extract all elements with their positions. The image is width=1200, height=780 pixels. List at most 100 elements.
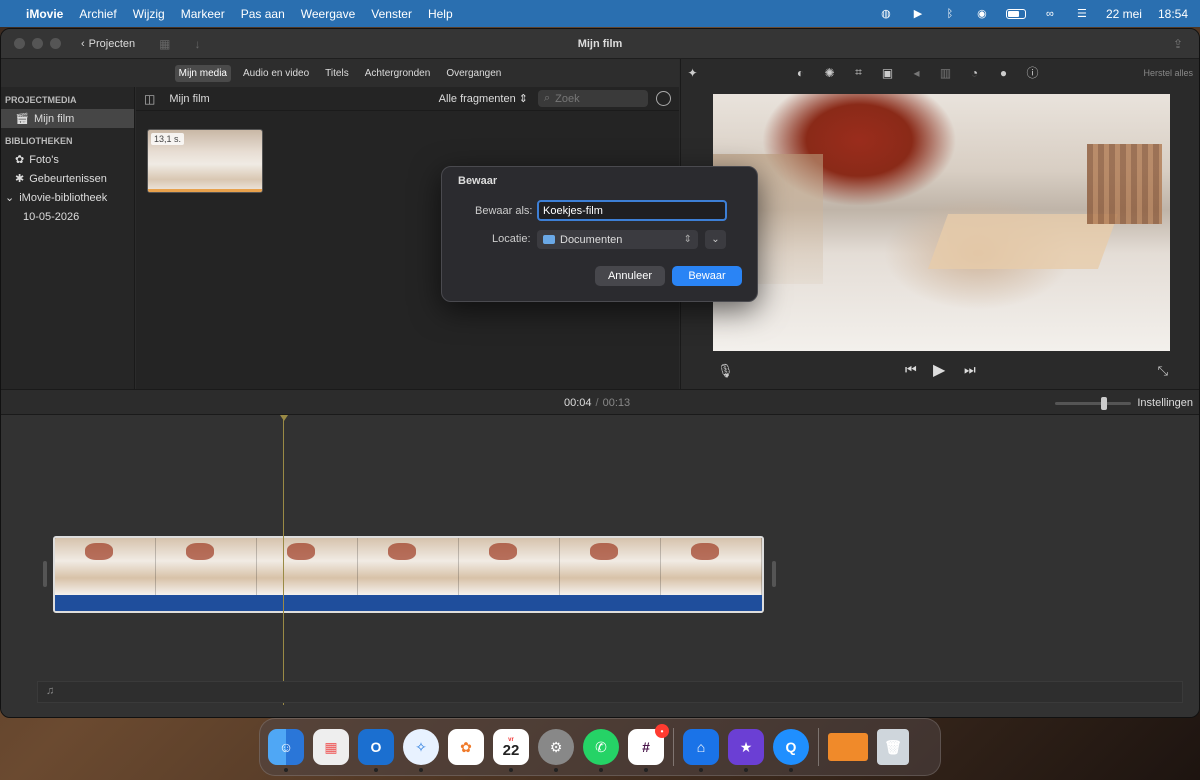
video-preview[interactable] xyxy=(713,94,1170,351)
sidebar-item-photos[interactable]: ✿ Foto's xyxy=(1,150,134,169)
fullscreen-icon[interactable]: ⤡ xyxy=(1158,363,1168,379)
play-icon[interactable]: ▶ xyxy=(933,360,945,380)
skip-forward-icon[interactable]: ⏭︎ xyxy=(964,362,976,378)
cancel-button[interactable]: Annuleer xyxy=(595,266,665,286)
zoom-slider-knob[interactable] xyxy=(1101,397,1107,410)
clip-right-handle[interactable] xyxy=(772,561,776,587)
music-note-icon: ♫ xyxy=(46,685,55,697)
airdrop-icon[interactable]: ◉ xyxy=(974,7,990,21)
keynote-icon[interactable]: ⌂ xyxy=(683,729,719,772)
volume-icon[interactable]: ◂ xyxy=(909,65,924,80)
tab-mijn-media[interactable]: Mijn media xyxy=(174,64,231,82)
libraries-header: BIBLIOTHEKEN xyxy=(5,136,73,146)
minimize-window-button[interactable] xyxy=(32,38,43,49)
clip-left-handle[interactable] xyxy=(43,561,47,587)
quicktime-icon[interactable]: Q xyxy=(773,729,809,772)
search-input[interactable]: ⌕ Zoek xyxy=(538,90,648,107)
reset-all-button[interactable]: Herstel alles xyxy=(1143,68,1193,78)
magic-wand-icon[interactable]: ✦ xyxy=(685,65,700,80)
info-icon[interactable]: ⓘ xyxy=(1025,65,1040,80)
color-correction-icon[interactable]: ✺ xyxy=(822,65,837,80)
menu-weergave[interactable]: Weergave xyxy=(301,7,355,21)
timeline-settings-button[interactable]: Instellingen xyxy=(1137,397,1193,409)
menu-help[interactable]: Help xyxy=(428,7,453,21)
sidebar-item-label: Gebeurtenissen xyxy=(29,172,107,185)
menubar-date[interactable]: 22 mei xyxy=(1106,7,1142,21)
control-center-icon[interactable]: ☰ xyxy=(1074,7,1090,21)
color-balance-icon[interactable]: ◐ xyxy=(793,65,808,80)
share-icon[interactable]: ⇪ xyxy=(1173,37,1183,51)
gear-icon[interactable] xyxy=(656,91,671,106)
speed-icon[interactable]: ◔ xyxy=(967,65,982,80)
clip-audio-track[interactable] xyxy=(55,595,762,611)
film-frame xyxy=(55,538,156,595)
filename-input[interactable] xyxy=(537,200,727,221)
menubar-time[interactable]: 18:54 xyxy=(1158,7,1188,21)
system-settings-icon[interactable]: ⚙ xyxy=(538,729,574,772)
timeline[interactable]: ♫ xyxy=(1,415,1199,717)
clip-used-bar xyxy=(148,189,262,192)
menu-app-name[interactable]: iMovie xyxy=(26,7,63,21)
location-select[interactable]: Documenten ⇕ xyxy=(537,230,698,249)
skip-back-icon[interactable]: ⏮︎ xyxy=(905,362,917,378)
sidebar-item-event-date[interactable]: 10-05-2026 xyxy=(1,207,134,226)
equalizer-icon[interactable]: ▥ xyxy=(938,65,953,80)
tab-overgangen[interactable]: Overgangen xyxy=(442,65,505,82)
battery-icon[interactable] xyxy=(1005,8,1026,19)
microphone-icon[interactable]: 🎙︎ xyxy=(717,363,734,379)
filter-icon[interactable]: ● xyxy=(996,65,1011,80)
sidebar-toggle-icon[interactable]: ◫ xyxy=(144,92,155,106)
sidebar-item-mijn-film[interactable]: 🎬︎ Mijn film xyxy=(1,109,134,128)
trash-icon[interactable]: 🗑︎ xyxy=(877,729,909,765)
timeline-zoom-slider[interactable] xyxy=(1055,397,1131,410)
stabilization-icon[interactable]: ▣ xyxy=(880,65,895,80)
tab-achtergronden[interactable]: Achtergronden xyxy=(361,65,435,82)
media-import-icon[interactable]: ▦ xyxy=(159,37,170,51)
calendar-icon[interactable]: vr 22 xyxy=(493,729,529,772)
menu-archief[interactable]: Archief xyxy=(79,7,116,21)
sidebar-item-label: 10-05-2026 xyxy=(23,210,80,223)
play-circle-icon[interactable]: ▶ xyxy=(910,7,926,21)
imovie-icon[interactable]: ★ xyxy=(728,729,764,772)
menu-pas-aan[interactable]: Pas aan xyxy=(241,7,285,21)
menu-venster[interactable]: Venster xyxy=(371,7,412,21)
projects-button[interactable]: ‹ Projecten xyxy=(81,38,135,50)
whatsapp-icon[interactable]: ✆ xyxy=(583,729,619,772)
timeline-header: 00:04/00:13 Instellingen xyxy=(1,389,1199,415)
timeline-video-clip[interactable] xyxy=(53,536,764,613)
zoom-window-button[interactable] xyxy=(50,38,61,49)
launchpad-icon[interactable]: ▦ xyxy=(313,729,349,765)
dialog-title: Bewaar xyxy=(458,175,498,187)
film-frame xyxy=(156,538,257,595)
playhead[interactable] xyxy=(280,415,288,705)
download-arrow-icon[interactable]: ↓ xyxy=(195,37,201,51)
menu-markeer[interactable]: Markeer xyxy=(181,7,225,21)
clip-filter-select[interactable]: Alle fragmenten ⇕ xyxy=(439,92,528,105)
bluetooth-icon[interactable]: ᛒ xyxy=(942,7,958,21)
chevron-down-icon[interactable]: ⌄ xyxy=(5,191,14,204)
window-controls xyxy=(14,38,61,49)
tab-titels[interactable]: Titels xyxy=(321,65,353,82)
music-track[interactable]: ♫ xyxy=(37,681,1183,703)
crop-icon[interactable]: ⌗ xyxy=(851,65,866,80)
safari-icon[interactable]: ✧ xyxy=(403,729,439,772)
save-button[interactable]: Bewaar xyxy=(672,266,742,286)
slack-icon[interactable]: # • xyxy=(628,724,669,772)
menu-wijzig[interactable]: Wijzig xyxy=(133,7,165,21)
sidebar-item-library[interactable]: ⌄ iMovie-bibliotheek xyxy=(1,188,134,207)
outlook-icon[interactable]: O xyxy=(358,729,394,772)
finder-icon[interactable]: ☺ xyxy=(268,729,304,772)
expand-dialog-button[interactable]: ⌄ xyxy=(705,230,726,249)
dock-separator xyxy=(673,728,674,766)
location-value: Documenten xyxy=(560,233,623,246)
film-frame xyxy=(459,538,560,595)
photos-icon[interactable]: ✿ xyxy=(448,729,484,765)
close-window-button[interactable] xyxy=(14,38,25,49)
media-clip-thumbnail[interactable]: 13,1 s. xyxy=(147,129,263,193)
sidebar-item-events[interactable]: ✱ Gebeurtenissen xyxy=(1,169,134,188)
link-icon[interactable]: ∞ xyxy=(1042,7,1058,21)
tab-audio-en-video[interactable]: Audio en video xyxy=(239,65,313,82)
screen-capture-icon[interactable]: ◍ xyxy=(878,7,894,21)
preview-icon[interactable] xyxy=(828,733,868,761)
browser-title: Mijn film xyxy=(169,92,210,105)
